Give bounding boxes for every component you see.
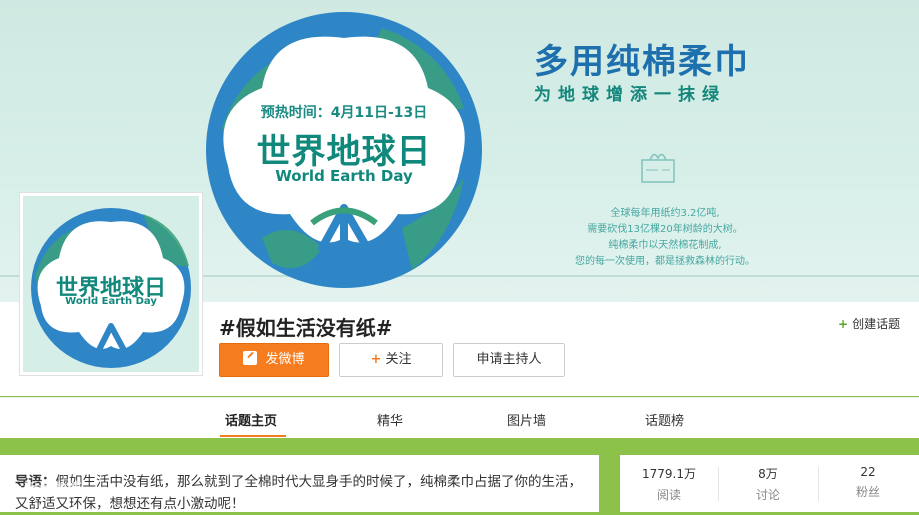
edit-icon — [243, 351, 258, 365]
stat-reads[interactable]: 1779.1万 阅读 — [620, 465, 718, 503]
active-tab-indicator — [220, 435, 286, 437]
create-topic-label: 创建话题 — [852, 317, 901, 331]
post-weibo-label: 发微博 — [265, 352, 305, 367]
apply-host-label: 申请主持人 — [476, 352, 542, 367]
info-line: 您的每一次使用，都是拯救森林的行动。 — [575, 256, 755, 267]
apply-host-button[interactable]: 申请主持人 — [453, 343, 565, 377]
banner-info-text: 全球每年用纸约3.2亿吨, 需要砍伐13亿棵20年树龄的大树。 纯棉柔巾以天然棉… — [520, 206, 810, 270]
watermark: © 新浪微博 — [4, 481, 82, 497]
guide-body: 假如生活中没有纸，那么就到了全棉时代大显身手的时候了，纯棉柔巾占据了你的生活，又… — [15, 474, 582, 512]
topic-guide-panel: 导语：假如生活中没有纸，那么就到了全棉时代大显身手的时候了，纯棉柔巾占据了你的生… — [0, 455, 599, 512]
stat-discussions-value: 8万 — [758, 467, 778, 481]
earth-day-globe: 预热时间：4月11日-13日 世界地球日 World Earth Day — [202, 8, 486, 292]
stat-discussions[interactable]: 8万 讨论 — [719, 465, 817, 503]
topic-avatar[interactable]: 世界地球日 World Earth Day — [19, 192, 203, 376]
earth-day-title-cn: 世界地球日 — [256, 132, 432, 172]
banner-slogan: 多用纯棉柔巾 — [534, 42, 750, 82]
topic-stats-panel: 1779.1万 阅读 8万 讨论 22 粉丝 — [620, 455, 919, 512]
banner-subslogan: 为地球增添一抹绿 — [534, 85, 726, 105]
plus-icon: + — [838, 317, 849, 331]
info-line: 纯棉柔巾以天然棉花制成, — [608, 240, 722, 251]
follow-label: 关注 — [385, 352, 412, 367]
stat-reads-value: 1779.1万 — [642, 467, 696, 481]
topic-guide-text: 导语：假如生活中没有纸，那么就到了全棉时代大显身手的时候了，纯棉柔巾占据了你的生… — [15, 471, 585, 515]
stat-reads-label: 阅读 — [656, 488, 681, 502]
topic-title: #假如生活没有纸# — [219, 316, 393, 340]
earth-day-title-en: World Earth Day — [275, 167, 413, 185]
avatar-title-en: World Earth Day — [65, 296, 157, 307]
tab-topic-ranking[interactable]: 话题榜 — [645, 410, 684, 429]
plus-icon: + — [370, 352, 382, 367]
post-weibo-button[interactable]: 发微博 — [219, 343, 329, 377]
stat-fans-value: 22 — [860, 465, 876, 479]
tissue-box-icon — [636, 148, 680, 186]
info-line: 需要砍伐13亿棵20年树龄的大树。 — [587, 224, 743, 235]
preheat-date: 预热时间：4月11日-13日 — [260, 105, 428, 121]
tab-topic-home[interactable]: 话题主页 — [225, 410, 277, 429]
create-topic-link[interactable]: + 创建话题 — [838, 315, 900, 332]
stat-discussions-label: 讨论 — [755, 488, 780, 502]
follow-button[interactable]: + 关注 — [339, 343, 443, 377]
info-line: 全球每年用纸约3.2亿吨, — [610, 208, 720, 219]
topic-tabs: 话题主页 精华 图片墙 话题榜 — [0, 397, 919, 438]
stat-fans[interactable]: 22 粉丝 — [819, 465, 917, 500]
stat-fans-label: 粉丝 — [855, 485, 880, 499]
tab-photo-wall[interactable]: 图片墙 — [507, 410, 546, 429]
tab-highlights[interactable]: 精华 — [377, 410, 403, 429]
